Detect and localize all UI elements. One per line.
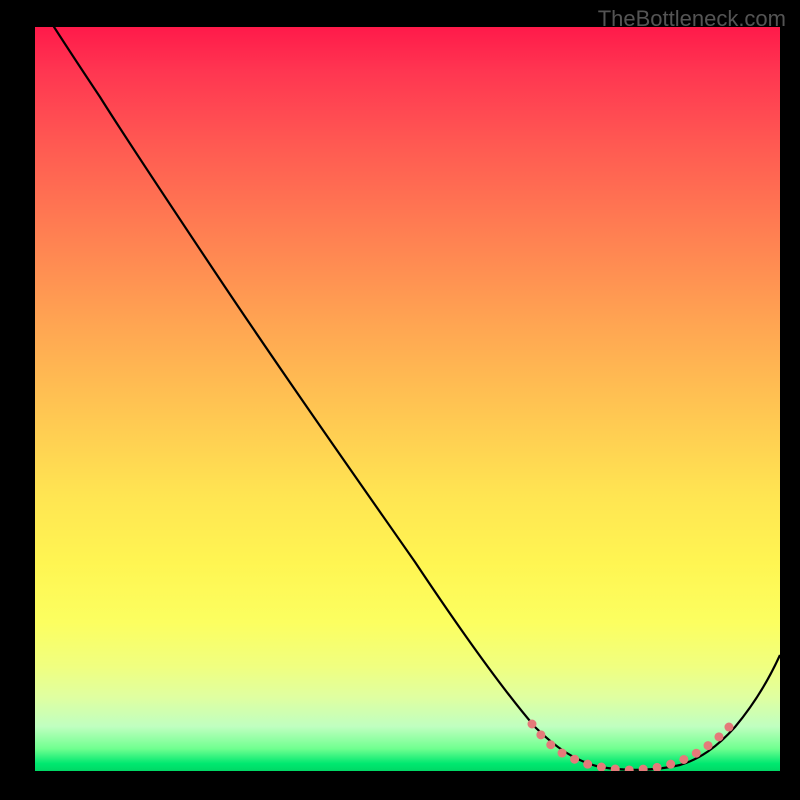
watermark-text: TheBottleneck.com: [598, 6, 786, 32]
chart-svg: [35, 27, 780, 771]
chart-curve-line: [35, 27, 780, 770]
chart-plot-area: [35, 27, 780, 771]
chart-highlight-dots: [532, 724, 732, 770]
